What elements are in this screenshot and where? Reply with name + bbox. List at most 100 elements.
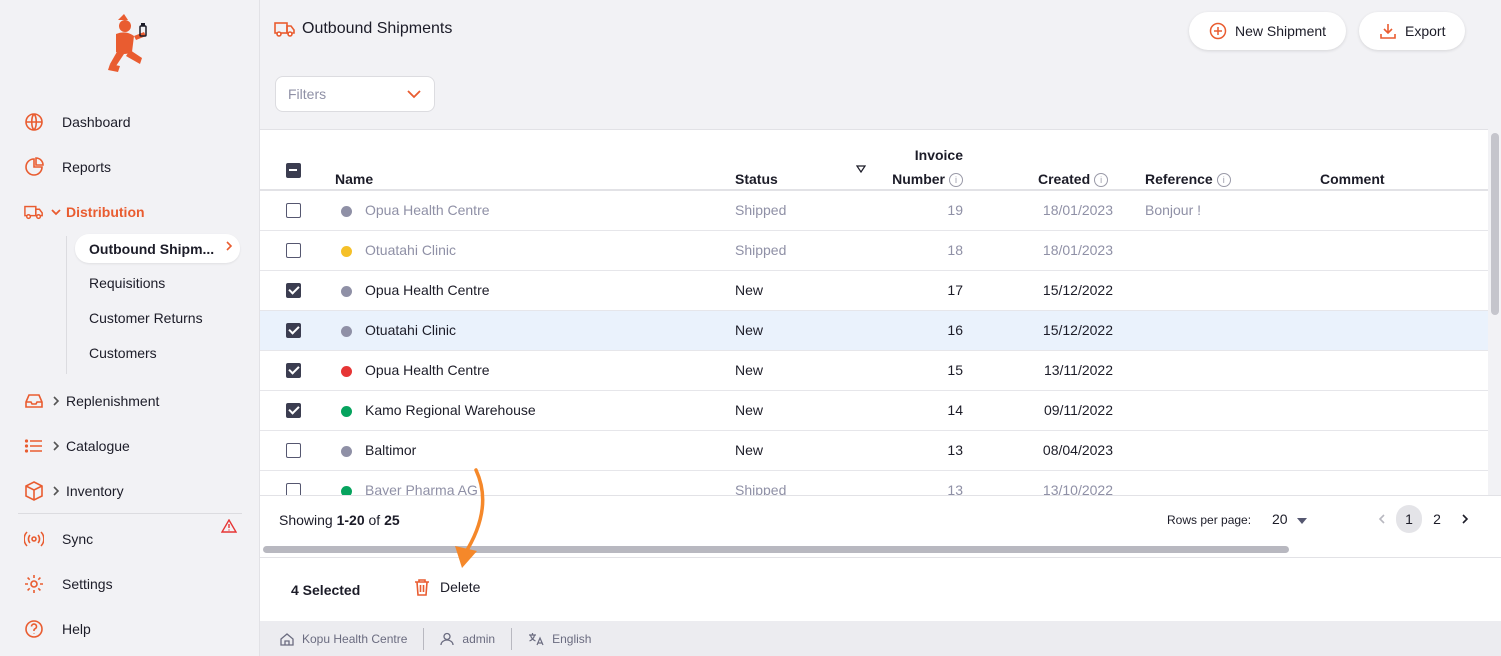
- truck-icon: [274, 20, 296, 38]
- sidebar-item-sync[interactable]: Sync: [24, 521, 93, 557]
- globe-icon: [24, 112, 44, 132]
- row-checkbox[interactable]: [286, 403, 301, 418]
- cell-created: 13/11/2022: [1043, 362, 1113, 378]
- selection-action-bar: 4 Selected Delete: [260, 557, 1501, 621]
- showing-total: 25: [384, 512, 400, 528]
- cell-reference: Bonjour !: [1145, 202, 1202, 218]
- submenu-line: [66, 236, 67, 374]
- user-menu[interactable]: admin: [424, 627, 513, 650]
- chevron-down-icon: [406, 86, 422, 102]
- sidebar-item-replenishment[interactable]: Replenishment: [24, 383, 159, 419]
- column-header-created[interactable]: Created i: [1038, 171, 1109, 187]
- table-row[interactable]: Opua Health Centre New 15 13/11/2022: [260, 351, 1488, 391]
- status-dot: [341, 206, 352, 217]
- app-logo[interactable]: [104, 12, 154, 76]
- cell-invoice: 18: [947, 242, 963, 258]
- row-checkbox[interactable]: [286, 483, 301, 495]
- row-checkbox[interactable]: [286, 323, 301, 338]
- column-header-name[interactable]: Name: [335, 171, 373, 187]
- sidebar-subitem-customer-returns[interactable]: Customer Returns: [89, 310, 203, 326]
- page-button-1[interactable]: 1: [1396, 505, 1422, 533]
- sidebar-item-inventory[interactable]: Inventory: [24, 473, 124, 509]
- row-checkbox[interactable]: [286, 243, 301, 258]
- cell-status: Shipped: [735, 482, 787, 495]
- delete-label: Delete: [440, 579, 481, 595]
- status-dot: [341, 246, 352, 257]
- table-row[interactable]: Opua Health Centre Shipped 19 18/01/2023…: [260, 191, 1488, 231]
- help-circle-icon: [24, 619, 44, 639]
- chevron-right-icon: [50, 396, 62, 406]
- table-row[interactable]: Kamo Regional Warehouse New 14 09/11/202…: [260, 391, 1488, 431]
- rows-per-page-select[interactable]: 20: [1272, 511, 1308, 527]
- pagination-bar: Showing 1-20 of 25 Rows per page: 20 1 2: [260, 495, 1501, 543]
- column-header-comment[interactable]: Comment: [1320, 171, 1385, 187]
- sidebar-subitem-customers[interactable]: Customers: [89, 345, 157, 361]
- filters-placeholder: Filters: [288, 86, 327, 102]
- select-all-checkbox[interactable]: [286, 163, 301, 178]
- inbox-icon: [24, 391, 44, 411]
- row-checkbox[interactable]: [286, 203, 301, 218]
- status-dot: [341, 286, 352, 297]
- table-row[interactable]: Otuatahi Clinic New 16 15/12/2022: [260, 311, 1488, 351]
- new-shipment-button[interactable]: New Shipment: [1189, 12, 1347, 50]
- prev-page-button[interactable]: [1369, 505, 1395, 533]
- store-selector[interactable]: Kopu Health Centre: [260, 627, 425, 650]
- page-title-text: Outbound Shipments: [302, 20, 453, 37]
- sidebar-item-label: Reports: [62, 159, 112, 175]
- row-checkbox[interactable]: [286, 283, 301, 298]
- sidebar-subitem-outbound-shipments[interactable]: Outbound Shipm...: [75, 234, 240, 263]
- cell-created: 18/01/2023: [1042, 242, 1113, 258]
- horizontal-scrollbar[interactable]: [263, 546, 1289, 553]
- box-icon: [24, 481, 44, 501]
- column-header-reference[interactable]: Reference i: [1145, 171, 1231, 187]
- sidebar-item-help[interactable]: Help: [24, 611, 91, 647]
- row-checkbox[interactable]: [286, 443, 301, 458]
- sidebar-item-label: Distribution: [66, 204, 145, 220]
- table-row[interactable]: Baltimor New 13 08/04/2023: [260, 431, 1488, 471]
- export-button[interactable]: Export: [1359, 12, 1466, 50]
- caret-down-icon: [1297, 511, 1308, 527]
- rows-per-page-label: Rows per page:: [1167, 513, 1252, 527]
- filters-dropdown[interactable]: Filters: [275, 76, 435, 112]
- column-header-invoice-line1[interactable]: Invoice: [860, 147, 963, 163]
- cell-name: Kamo Regional Warehouse: [365, 402, 536, 418]
- table-row[interactable]: Bayer Pharma AG Shipped 13 13/10/2022: [260, 471, 1488, 495]
- table-row[interactable]: Opua Health Centre New 17 15/12/2022: [260, 271, 1488, 311]
- sidebar-item-reports[interactable]: Reports: [24, 149, 111, 185]
- table-row[interactable]: Otuatahi Clinic Shipped 18 18/01/2023: [260, 231, 1488, 271]
- info-icon[interactable]: i: [1216, 173, 1231, 187]
- row-checkbox[interactable]: [286, 363, 301, 378]
- cell-name: Bayer Pharma AG: [365, 482, 478, 495]
- status-dot: [341, 366, 352, 377]
- truck-icon: [24, 202, 44, 222]
- user-name: admin: [462, 631, 496, 646]
- sidebar-item-label: Dashboard: [62, 114, 131, 130]
- sidebar-item-settings[interactable]: Settings: [24, 566, 113, 602]
- chevron-right-icon: [50, 441, 62, 451]
- sidebar-item-catalogue[interactable]: Catalogue: [24, 428, 130, 464]
- column-header-status[interactable]: Status: [735, 171, 778, 187]
- main-content: Outbound Shipments New Shipment Export F…: [260, 0, 1501, 656]
- next-page-button[interactable]: [1452, 505, 1478, 533]
- pie-chart-icon: [24, 157, 44, 177]
- status-dot: [341, 486, 352, 495]
- vertical-scrollbar[interactable]: [1491, 133, 1499, 315]
- cell-name: Opua Health Centre: [365, 202, 490, 218]
- status-dot: [341, 446, 352, 457]
- info-icon[interactable]: i: [949, 173, 963, 187]
- cell-status: New: [735, 362, 764, 378]
- info-icon[interactable]: i: [1094, 173, 1109, 187]
- page-button-2[interactable]: 2: [1424, 505, 1450, 533]
- cell-name: Opua Health Centre: [365, 362, 490, 378]
- column-header-invoice-line2: Number: [892, 171, 945, 187]
- sidebar-item-distribution[interactable]: Distribution: [24, 194, 145, 230]
- sidebar-item-dashboard[interactable]: Dashboard: [24, 104, 131, 140]
- language-selector[interactable]: English: [512, 628, 607, 650]
- cell-created: 15/12/2022: [1042, 282, 1113, 298]
- column-header-invoice-number[interactable]: Number i: [860, 171, 963, 187]
- user-icon: [440, 632, 455, 646]
- sidebar-subitem-requisitions[interactable]: Requisitions: [89, 275, 165, 291]
- delete-button[interactable]: Delete: [414, 578, 480, 596]
- sidebar-item-label: Inventory: [66, 483, 124, 499]
- cell-created: 18/01/2023: [1042, 202, 1113, 218]
